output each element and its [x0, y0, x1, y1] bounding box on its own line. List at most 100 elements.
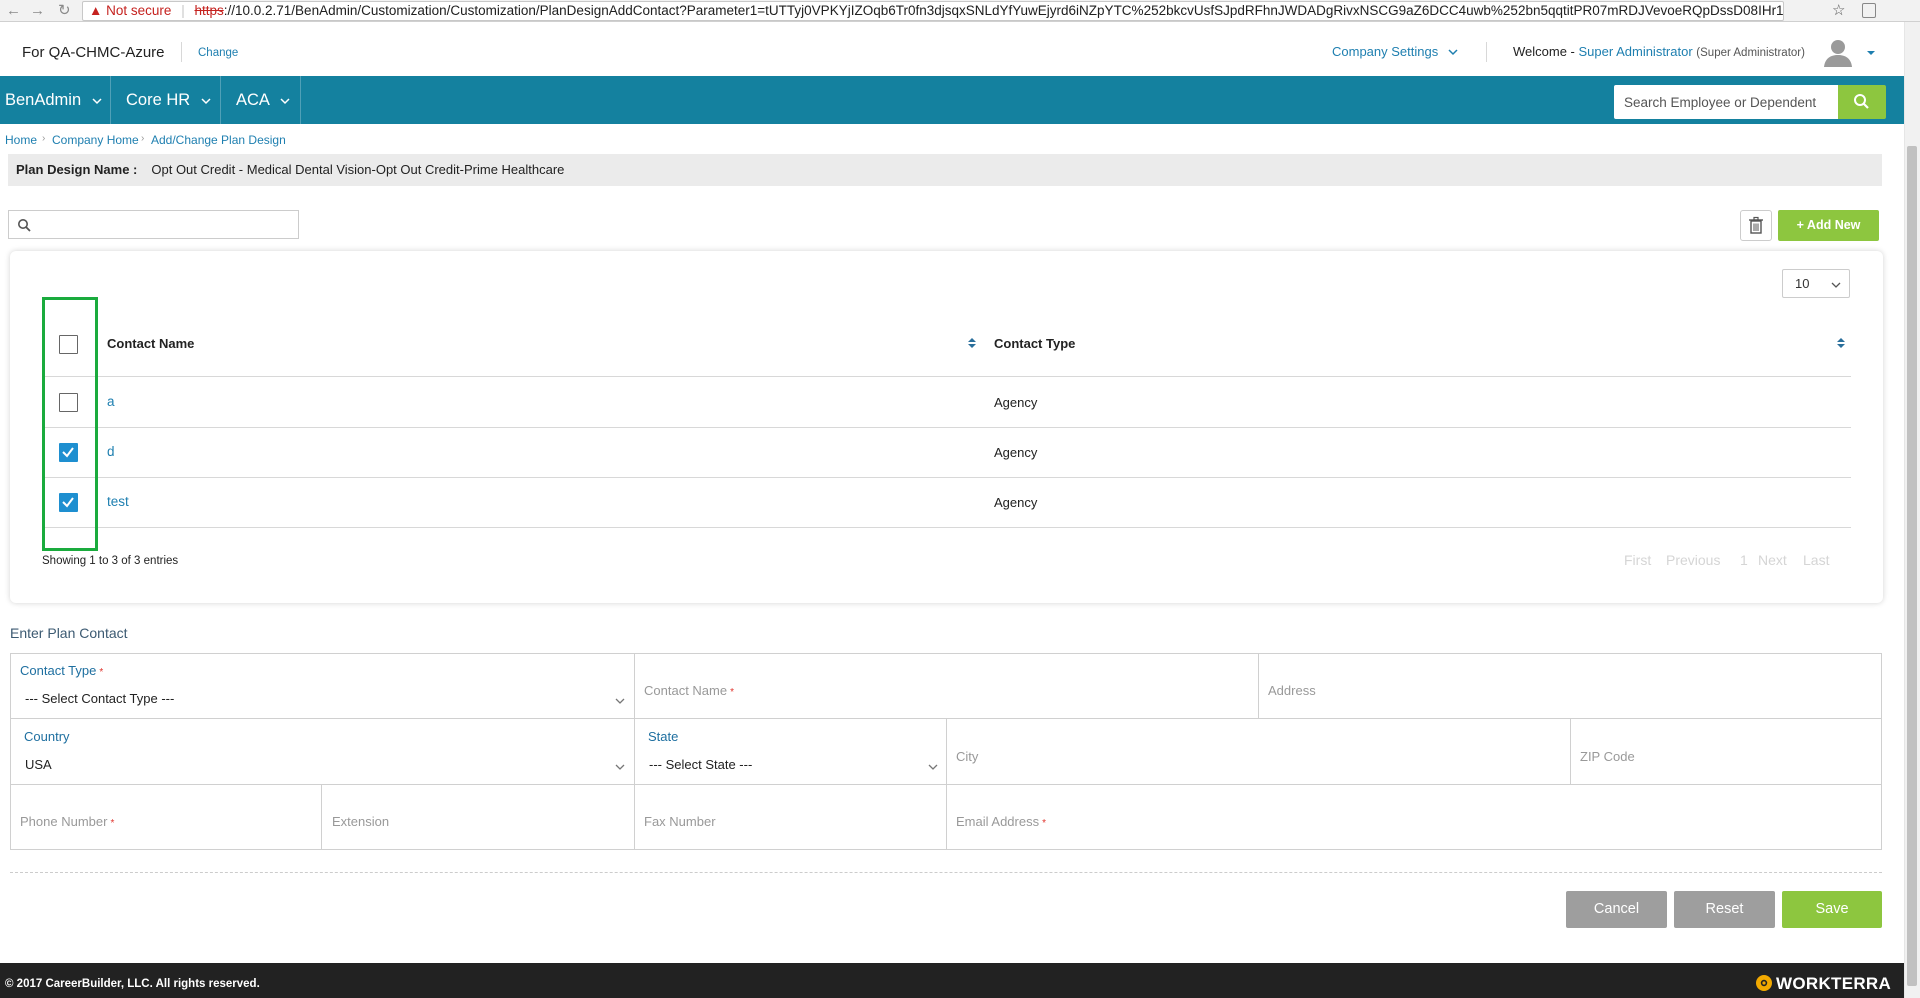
scrollbar-thumb[interactable]	[1907, 146, 1917, 986]
nav-core-hr-label: Core HR	[126, 91, 191, 109]
company-settings-menu[interactable]: Company Settings	[1332, 44, 1458, 59]
contact-type-cell: Agency	[994, 445, 1038, 460]
contact-name-placeholder: Contact Name *	[644, 683, 734, 698]
reload-icon[interactable]: ↻	[58, 2, 71, 20]
email-address-field[interactable]	[947, 785, 1882, 850]
fax-number-placeholder: Fax Number	[644, 814, 716, 829]
header-divider-2	[1486, 42, 1487, 62]
add-new-label: Add New	[1806, 218, 1861, 232]
form-divider	[10, 872, 1882, 873]
url-path: ://10.0.2.71/BenAdmin/Customization/Cust…	[223, 3, 1784, 18]
city-field[interactable]	[947, 719, 1571, 785]
nav-separator	[110, 76, 111, 124]
country-label: Country	[24, 729, 70, 744]
contact-type-cell: Agency	[994, 495, 1038, 510]
pager-page-1[interactable]: 1	[1740, 552, 1748, 568]
pager-previous[interactable]: Previous	[1666, 552, 1720, 568]
extension-placeholder: Extension	[332, 814, 390, 829]
client-name: For QA-CHMC-Azure	[22, 44, 165, 61]
city-placeholder: City	[956, 749, 979, 764]
state-select[interactable]	[635, 719, 947, 785]
contact-name-link[interactable]: test	[107, 494, 129, 509]
user-menu-caret-icon[interactable]	[1866, 50, 1876, 57]
pager-next[interactable]: Next	[1758, 552, 1787, 568]
user-role: (Super Administrator)	[1696, 47, 1805, 59]
form-title: Enter Plan Contact	[10, 625, 128, 641]
contact-name-link[interactable]: a	[107, 394, 115, 409]
address-placeholder: Address	[1268, 683, 1316, 698]
nav-benadmin[interactable]: BenAdmin	[5, 76, 102, 124]
nav-aca[interactable]: ACA	[236, 76, 290, 124]
breadcrumb-home[interactable]: Home	[5, 133, 37, 147]
reset-button[interactable]: Reset	[1674, 891, 1775, 928]
user-name-link[interactable]: Super Administrator	[1579, 44, 1693, 59]
table-info: Showing 1 to 3 of 3 entries	[42, 555, 179, 567]
chevron-down-icon	[615, 764, 625, 770]
country-value: USA	[25, 757, 52, 772]
row-divider	[42, 527, 1851, 528]
chevron-down-icon	[201, 98, 211, 105]
copyright-text: © 2017 CareerBuilder, LLC. All rights re…	[5, 978, 260, 990]
chevron-down-icon	[1831, 282, 1841, 288]
page-size-select[interactable]: 10	[1782, 269, 1850, 298]
contact-type-select[interactable]	[10, 653, 635, 719]
logo-mark-icon	[1756, 975, 1772, 991]
chevron-down-icon	[1448, 49, 1458, 56]
employee-search-button[interactable]	[1838, 85, 1886, 119]
employee-search-input[interactable]	[1614, 85, 1838, 119]
welcome-prefix: Welcome -	[1513, 44, 1579, 59]
contact-type-value: --- Select Contact Type ---	[25, 691, 175, 706]
pager-last[interactable]: Last	[1803, 552, 1829, 568]
plan-design-name: Opt Out Credit - Medical Dental Vision-O…	[151, 162, 565, 177]
address-bar[interactable]: ▲ Not secure | https://10.0.2.71/BenAdmi…	[82, 1, 1784, 21]
company-settings-label: Company Settings	[1332, 44, 1439, 59]
bookmark-star-icon[interactable]: ☆	[1832, 1, 1845, 19]
save-button[interactable]: Save	[1782, 891, 1882, 928]
contact-name-link[interactable]: d	[107, 444, 115, 459]
email-address-placeholder: Email Address *	[956, 814, 1046, 829]
chevron-down-icon	[92, 98, 102, 105]
sort-icon[interactable]	[967, 336, 977, 350]
sort-icon[interactable]	[1836, 336, 1846, 350]
delete-button[interactable]	[1740, 210, 1772, 241]
state-label: State	[648, 729, 679, 744]
pager-first[interactable]: First	[1624, 552, 1651, 568]
country-select[interactable]	[10, 719, 635, 785]
phone-number-placeholder: Phone Number *	[20, 814, 115, 829]
row-divider	[42, 477, 1851, 478]
back-arrow-icon[interactable]: ←	[6, 2, 21, 20]
column-header-contact-name[interactable]: Contact Name	[107, 336, 194, 351]
welcome-text: Welcome - Super Administrator (Super Adm…	[1513, 44, 1805, 59]
breadcrumb-current[interactable]: Add/Change Plan Design	[151, 133, 286, 147]
contact-search-input[interactable]	[8, 210, 299, 239]
cancel-button[interactable]: Cancel	[1566, 891, 1667, 928]
security-label: Not secure	[106, 3, 172, 18]
header-divider	[181, 42, 182, 62]
plus-icon: +	[1796, 218, 1804, 232]
workterra-logo: WORKTERRA	[1755, 974, 1891, 994]
forward-arrow-icon[interactable]: →	[30, 2, 45, 20]
breadcrumb-company-home[interactable]: Company Home	[52, 133, 139, 147]
address-field[interactable]	[1259, 653, 1882, 719]
change-client-link[interactable]: Change	[198, 47, 238, 59]
contact-type-label: Contact Type *	[20, 663, 104, 678]
avatar-icon[interactable]	[1822, 38, 1854, 68]
plan-design-bar: Plan Design Name : Opt Out Credit - Medic…	[8, 154, 1882, 186]
table-header-divider	[42, 376, 1851, 377]
extension-icon[interactable]	[1862, 3, 1876, 18]
column-header-contact-type[interactable]: Contact Type	[994, 336, 1075, 351]
nav-separator	[300, 76, 301, 124]
zip-code-placeholder: ZIP Code	[1580, 749, 1635, 764]
warning-icon: ▲	[89, 3, 103, 18]
url-protocol: https	[194, 3, 224, 18]
page-size-value: 10	[1795, 276, 1810, 291]
page-footer	[0, 963, 1904, 998]
chevron-down-icon	[928, 764, 938, 770]
state-value: --- Select State ---	[649, 757, 753, 772]
contact-type-cell: Agency	[994, 395, 1038, 410]
nav-benadmin-label: BenAdmin	[5, 91, 82, 109]
search-icon	[1854, 94, 1869, 109]
add-new-button[interactable]: + Add New	[1778, 210, 1879, 241]
nav-separator	[220, 76, 221, 124]
nav-core-hr[interactable]: Core HR	[126, 76, 211, 124]
